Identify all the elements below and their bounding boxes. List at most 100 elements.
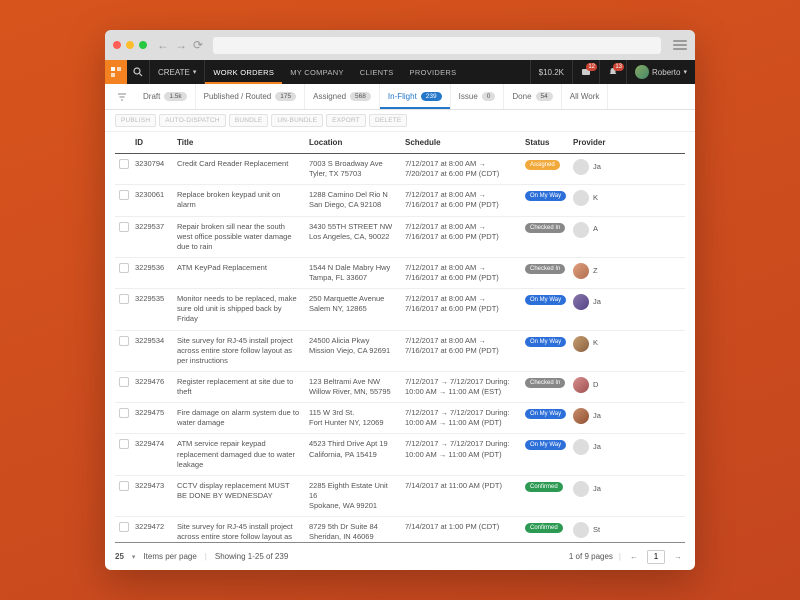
minimize-window-icon[interactable] xyxy=(126,41,134,49)
chevron-down-icon[interactable]: ▾ xyxy=(132,553,136,561)
row-checkbox[interactable] xyxy=(119,159,129,169)
filter-tab-label: Draft xyxy=(143,92,160,101)
menu-work-orders[interactable]: WORK ORDERS xyxy=(205,60,282,84)
back-icon[interactable]: ← xyxy=(157,38,169,52)
cell-location: 1544 N Dale Mabry HwyTampa, FL 33607 xyxy=(305,257,401,288)
action-export[interactable]: EXPORT xyxy=(326,114,366,127)
wallet-button[interactable]: $10.2K xyxy=(530,60,572,84)
cell-schedule: 7/12/2017 at 8:00 AM → 7/16/2017 at 6:00… xyxy=(401,257,521,288)
action-publish[interactable]: PUBLISH xyxy=(115,114,156,127)
next-page-button[interactable]: → xyxy=(671,550,685,564)
reload-icon[interactable]: ⟳ xyxy=(193,38,203,52)
col-title[interactable]: Title xyxy=(173,132,305,154)
cell-id: 3229534 xyxy=(131,330,173,371)
cell-provider[interactable]: Ja xyxy=(573,294,681,310)
table-row[interactable]: 3229475Fire damage on alarm system due t… xyxy=(115,403,685,434)
cell-schedule: 7/12/2017 at 8:00 AM → 7/16/2017 at 6:00… xyxy=(401,216,521,257)
app-window: ← → ⟳ CREATE ▾ WORK ORDERS MY COMPANY CL… xyxy=(105,30,695,570)
row-checkbox[interactable] xyxy=(119,377,129,387)
forward-icon[interactable]: → xyxy=(175,38,187,52)
user-menu[interactable]: Roberto ▾ xyxy=(626,60,695,84)
row-checkbox[interactable] xyxy=(119,481,129,491)
table-row[interactable]: 3229473CCTV display replacement MUST BE … xyxy=(115,475,685,516)
notifications-button[interactable]: 13 xyxy=(599,60,626,84)
filter-tab-published-routed[interactable]: Published / Routed175 xyxy=(196,84,305,109)
filter-tab-draft[interactable]: Draft1.5k xyxy=(135,84,196,109)
filter-tab-done[interactable]: Done54 xyxy=(504,84,561,109)
url-bar[interactable] xyxy=(213,37,661,54)
cell-provider[interactable]: K xyxy=(573,336,681,352)
col-id[interactable]: ID xyxy=(131,132,173,154)
filter-tab-assigned[interactable]: Assigned568 xyxy=(305,84,380,109)
col-checkbox[interactable] xyxy=(115,132,131,154)
cell-provider[interactable]: Ja xyxy=(573,159,681,175)
table-row[interactable]: 3229534Site survey for RJ-45 install pro… xyxy=(115,330,685,371)
prev-page-button[interactable]: ← xyxy=(627,550,641,564)
close-window-icon[interactable] xyxy=(113,41,121,49)
status-badge: Assigned xyxy=(525,160,560,170)
page-input[interactable] xyxy=(647,550,665,564)
row-checkbox[interactable] xyxy=(119,336,129,346)
messages-button[interactable]: 12 xyxy=(572,60,599,84)
action-un-bundle[interactable]: UN-BUNDLE xyxy=(271,114,323,127)
table-row[interactable]: 3229474ATM service repair keypad replace… xyxy=(115,434,685,475)
table-row[interactable]: 3229476Register replacement at site due … xyxy=(115,371,685,402)
row-checkbox[interactable] xyxy=(119,190,129,200)
cell-provider[interactable]: Ja xyxy=(573,481,681,497)
provider-initial: St xyxy=(593,525,600,535)
row-checkbox[interactable] xyxy=(119,263,129,273)
status-badge: Confirmed xyxy=(525,482,563,492)
menu-clients[interactable]: CLIENTS xyxy=(352,60,402,84)
row-checkbox[interactable] xyxy=(119,222,129,232)
filter-tab-count: 568 xyxy=(350,92,371,101)
col-schedule[interactable]: Schedule xyxy=(401,132,521,154)
provider-initial: Ja xyxy=(593,297,601,307)
maximize-window-icon[interactable] xyxy=(139,41,147,49)
cell-location: 2285 Eighth Estate Unit 16Spokane, WA 99… xyxy=(305,475,401,516)
app-logo[interactable] xyxy=(105,60,127,84)
cell-location: 123 Beltrami Ave NWWillow River, MN, 557… xyxy=(305,371,401,402)
table-row[interactable]: 3229536ATM KeyPad Replacement1544 N Dale… xyxy=(115,257,685,288)
action-bundle[interactable]: BUNDLE xyxy=(229,114,269,127)
table-row[interactable]: 3229537Repair broken sill near the south… xyxy=(115,216,685,257)
search-icon[interactable] xyxy=(127,60,150,84)
cell-title: Site survey for RJ-45 install project ac… xyxy=(173,330,305,371)
menu-providers[interactable]: PROVIDERS xyxy=(402,60,465,84)
action-delete[interactable]: DELETE xyxy=(369,114,408,127)
app-topbar: CREATE ▾ WORK ORDERS MY COMPANY CLIENTS … xyxy=(105,60,695,84)
table-row[interactable]: 3230061Replace broken keypad unit on ala… xyxy=(115,185,685,216)
filter-tab-issue[interactable]: Issue0 xyxy=(451,84,505,109)
filter-icon[interactable] xyxy=(115,90,129,104)
filter-tab-all-work[interactable]: All Work xyxy=(562,84,609,109)
row-checkbox[interactable] xyxy=(119,408,129,418)
cell-provider[interactable]: K xyxy=(573,190,681,206)
menu-my-company[interactable]: MY COMPANY xyxy=(282,60,352,84)
action-auto-dispatch[interactable]: AUTO-DISPATCH xyxy=(159,114,226,127)
cell-provider[interactable]: Ja xyxy=(573,408,681,424)
cell-provider[interactable]: Ja xyxy=(573,439,681,455)
cell-provider[interactable]: D xyxy=(573,377,681,393)
cell-location: 4523 Third Drive Apt 19California, PA 15… xyxy=(305,434,401,475)
col-status[interactable]: Status xyxy=(521,132,569,154)
row-checkbox[interactable] xyxy=(119,294,129,304)
cell-title: Site survey for RJ-45 install project ac… xyxy=(173,517,305,542)
provider-avatar-icon xyxy=(573,439,589,455)
cell-provider[interactable]: St xyxy=(573,522,681,538)
cell-id: 3229536 xyxy=(131,257,173,288)
items-per-page-value[interactable]: 25 xyxy=(115,552,124,561)
cell-id: 3230061 xyxy=(131,185,173,216)
row-checkbox[interactable] xyxy=(119,522,129,532)
cell-provider[interactable]: A xyxy=(573,222,681,238)
user-name: Roberto xyxy=(652,68,680,77)
menu-icon[interactable] xyxy=(673,40,687,50)
create-button[interactable]: CREATE ▾ xyxy=(150,60,205,84)
cell-provider[interactable]: Z xyxy=(573,263,681,279)
table-row[interactable]: 3229535Monitor needs to be replaced, mak… xyxy=(115,289,685,330)
cell-location: 1288 Camino Del Rio NSan Diego, CA 92108 xyxy=(305,185,401,216)
col-location[interactable]: Location xyxy=(305,132,401,154)
filter-tab-in-flight[interactable]: In-Flight239 xyxy=(380,84,451,109)
table-row[interactable]: 3229472Site survey for RJ-45 install pro… xyxy=(115,517,685,542)
table-row[interactable]: 3230794Credit Card Reader Replacement700… xyxy=(115,154,685,185)
col-provider[interactable]: Provider xyxy=(569,132,685,154)
row-checkbox[interactable] xyxy=(119,439,129,449)
